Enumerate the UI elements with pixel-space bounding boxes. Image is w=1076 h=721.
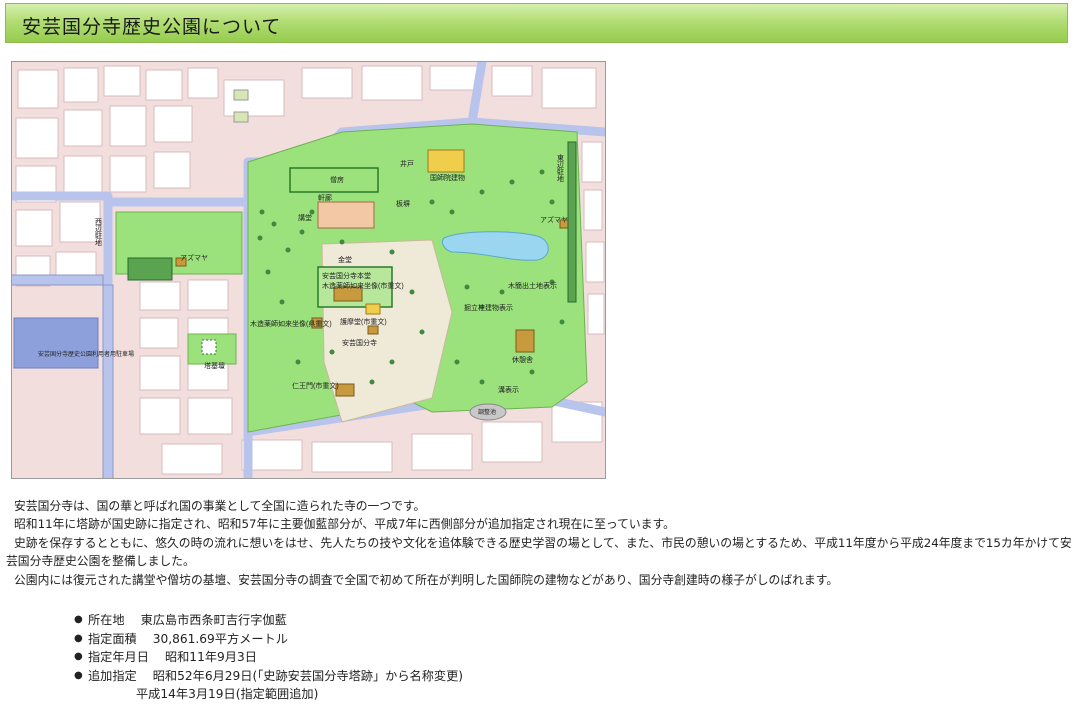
- map-label-kokushiin: 国師院建物: [430, 173, 465, 182]
- map-label-mokkan: 木簡出土地表示: [508, 281, 557, 290]
- fact-label: 指定面積: [88, 631, 137, 646]
- bullet-icon: ●: [74, 632, 83, 644]
- bullet-icon: ●: [74, 651, 83, 663]
- park-facts-list: ● 所在地 東広島市西条町吉行字伽藍 ● 指定面積 30,861.69平方メートル …: [74, 611, 463, 704]
- intro-paragraph: 史跡を保存するとともに、悠久の時の流れに想いをはせ、先人たちの技や文化を追体験で…: [6, 535, 1072, 569]
- fact-value: 昭和52年6月29日(「史跡安芸国分寺塔跡」から名称変更): [152, 668, 464, 683]
- map-label-sobo: 僧房: [330, 175, 344, 184]
- fact-value: 東広島市西条町吉行字伽藍: [140, 613, 287, 627]
- map-label-nokiro: 軒廊: [318, 193, 332, 202]
- bullet-icon: ●: [74, 669, 83, 681]
- map-label-mizohyoji: 溝表示: [498, 385, 519, 394]
- map-label-kodo: 講堂: [298, 213, 312, 222]
- map-label-itabei: 板塀: [396, 199, 410, 208]
- fact-date: ● 指定年月日 昭和11年9月3日: [74, 648, 463, 667]
- fact-value: 平成14年3月19日(指定範囲追加): [136, 687, 319, 702]
- map-label-ido: 井戸: [400, 159, 414, 168]
- park-map: 僧房 井戸 国師院建物 軒廊 板塀 講堂 金堂 安芸国分寺本堂 木造薬師如来坐像…: [11, 61, 606, 479]
- map-label-hondo: 安芸国分寺本堂: [322, 271, 371, 280]
- map-label-gomado: 護摩堂(市重文): [340, 317, 387, 326]
- fact-value: 昭和11年9月3日: [164, 650, 257, 665]
- map-label-kyukeijo: 休憩舎: [512, 355, 533, 364]
- map-label-nishi-parking: 西辺駐地: [95, 218, 103, 246]
- map-label-azumaya2: アズマヤ: [180, 253, 208, 262]
- bullet-icon: ●: [74, 614, 83, 625]
- fact-label: 所在地: [88, 613, 125, 627]
- map-label-higashi-parking: 東辺駐地: [557, 153, 565, 182]
- map-label-hottate: 掘立柱建物表示: [464, 303, 513, 312]
- map-label-sekihi: 安芸国分寺: [342, 338, 377, 347]
- map-label-chusha: 安芸国分寺歴史公園利用者用駐車場: [38, 350, 134, 358]
- map-label-kondo: 金堂: [338, 255, 352, 264]
- fact-additional-2: 平成14年3月19日(指定範囲追加): [74, 685, 463, 704]
- map-label-yakushi: 木造薬師如来坐像(市重文): [322, 281, 404, 290]
- fact-area: ● 指定面積 30,861.69平方メートル: [74, 630, 463, 649]
- park-map-illustration: 僧房 井戸 国師院建物 軒廊 板塀 講堂 金堂 安芸国分寺本堂 木造薬師如来坐像…: [12, 62, 605, 478]
- map-label-niomon: 仁王門(市重文): [292, 381, 339, 390]
- intro-paragraph: 昭和11年に塔跡が国史跡に指定され、昭和57年に主要伽藍部分が、平成7年に西側部…: [14, 517, 675, 532]
- fact-label: 追加指定: [88, 668, 137, 683]
- fact-label: 指定年月日: [88, 650, 149, 665]
- intro-paragraph: 安芸国分寺は、国の華と呼ばれ国の事業として全国に造られた寺の一つです。: [14, 499, 426, 513]
- page-title: 安芸国分寺歴史公園について: [22, 16, 282, 38]
- fact-additional: ● 追加指定 昭和52年6月29日(「史跡安芸国分寺塔跡」から名称変更): [74, 667, 463, 686]
- map-label-azumaya1: アズマヤ: [540, 215, 568, 224]
- intro-paragraph: 公園内には復元された講堂や僧坊の基壇、安芸国分寺の調査で全国で初めて所在が判明し…: [14, 572, 839, 587]
- map-label-chosuichi: 調整池: [478, 408, 496, 416]
- intro-text: 安芸国分寺は、国の華と呼ばれ国の事業として全国に造られた寺の一つです。 昭和11…: [6, 497, 1074, 589]
- fact-location: ● 所在地 東広島市西条町吉行字伽藍: [74, 611, 463, 630]
- page-header: 安芸国分寺歴史公園について: [5, 3, 1068, 43]
- fact-value: 30,861.69平方メートル: [152, 631, 288, 646]
- map-label-amida: 木造薬師如来坐像(県重文): [250, 319, 332, 328]
- map-label-tobato: 塔基壇: [204, 361, 225, 370]
